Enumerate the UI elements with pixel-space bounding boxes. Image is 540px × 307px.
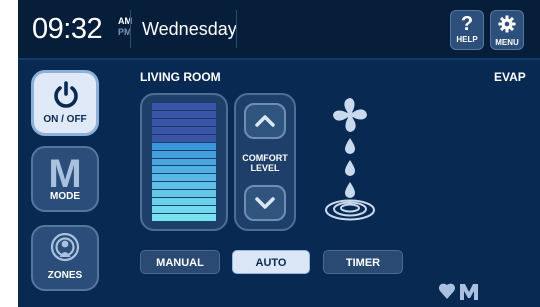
zone-title: LIVING ROOM bbox=[140, 70, 221, 84]
timer-button[interactable]: TIMER bbox=[323, 250, 403, 274]
chevron-down-icon bbox=[255, 197, 275, 209]
fan-icon bbox=[333, 98, 367, 132]
water-drop-icon bbox=[345, 182, 355, 198]
manual-button[interactable]: MANUAL bbox=[140, 250, 220, 274]
menu-label: MENU bbox=[495, 38, 519, 47]
comfort-up-button[interactable] bbox=[244, 103, 286, 139]
level-segment bbox=[152, 110, 216, 118]
divider bbox=[130, 10, 131, 48]
comfort-label-line1: COMFORT bbox=[242, 153, 288, 163]
level-segment bbox=[152, 190, 216, 198]
brand-logo-icon bbox=[438, 280, 486, 307]
level-segment bbox=[152, 118, 216, 126]
level-segment bbox=[152, 134, 216, 142]
help-label: HELP bbox=[456, 35, 478, 44]
level-segment bbox=[152, 166, 216, 174]
comfort-label-line2: LEVEL bbox=[250, 163, 280, 173]
gear-icon bbox=[491, 13, 523, 38]
mode-icon: M bbox=[48, 152, 82, 196]
help-button[interactable]: ? HELP bbox=[450, 10, 484, 50]
level-segment bbox=[152, 126, 216, 134]
mode-label: MODE bbox=[50, 191, 80, 202]
clock-time: 09:32 bbox=[32, 13, 103, 45]
level-segment bbox=[152, 198, 216, 206]
level-segment bbox=[152, 150, 216, 158]
mode-button[interactable]: M MODE bbox=[31, 146, 99, 212]
water-drop-icon bbox=[345, 160, 355, 176]
help-icon: ? bbox=[460, 13, 474, 35]
on-off-button[interactable]: ON / OFF bbox=[31, 70, 99, 136]
divider bbox=[236, 10, 237, 48]
level-segment bbox=[152, 103, 216, 110]
comfort-level-bar bbox=[140, 93, 228, 231]
comfort-level-control: COMFORT LEVEL bbox=[234, 93, 296, 231]
chevron-up-icon bbox=[255, 115, 275, 127]
auto-button[interactable]: AUTO bbox=[232, 250, 310, 274]
zones-button[interactable]: ZONES bbox=[31, 225, 99, 291]
top-bar: 09:32 AM PM Wednesday ? HELP MENU bbox=[18, 0, 540, 60]
day-of-week: Wednesday bbox=[142, 19, 237, 39]
level-segment bbox=[152, 158, 216, 166]
level-segments bbox=[152, 103, 216, 221]
water-drop-icon bbox=[345, 138, 355, 154]
mode-name: EVAP bbox=[494, 70, 526, 84]
power-icon bbox=[51, 80, 81, 115]
level-segment bbox=[152, 142, 216, 150]
water-ripple-icon bbox=[325, 199, 375, 221]
level-segment bbox=[152, 206, 216, 214]
thermostat-screen: 09:32 AM PM Wednesday ? HELP MENU LIVING… bbox=[18, 0, 540, 307]
on-off-label: ON / OFF bbox=[43, 114, 87, 125]
zones-icon bbox=[50, 232, 80, 268]
comfort-down-button[interactable] bbox=[244, 185, 286, 221]
comfort-level-label: COMFORT LEVEL bbox=[236, 153, 294, 173]
status-indicator bbox=[318, 95, 382, 230]
level-segment bbox=[152, 214, 216, 221]
level-segment bbox=[152, 182, 216, 190]
menu-button[interactable]: MENU bbox=[490, 10, 524, 50]
zones-label: ZONES bbox=[47, 270, 83, 281]
level-segment bbox=[152, 174, 216, 182]
